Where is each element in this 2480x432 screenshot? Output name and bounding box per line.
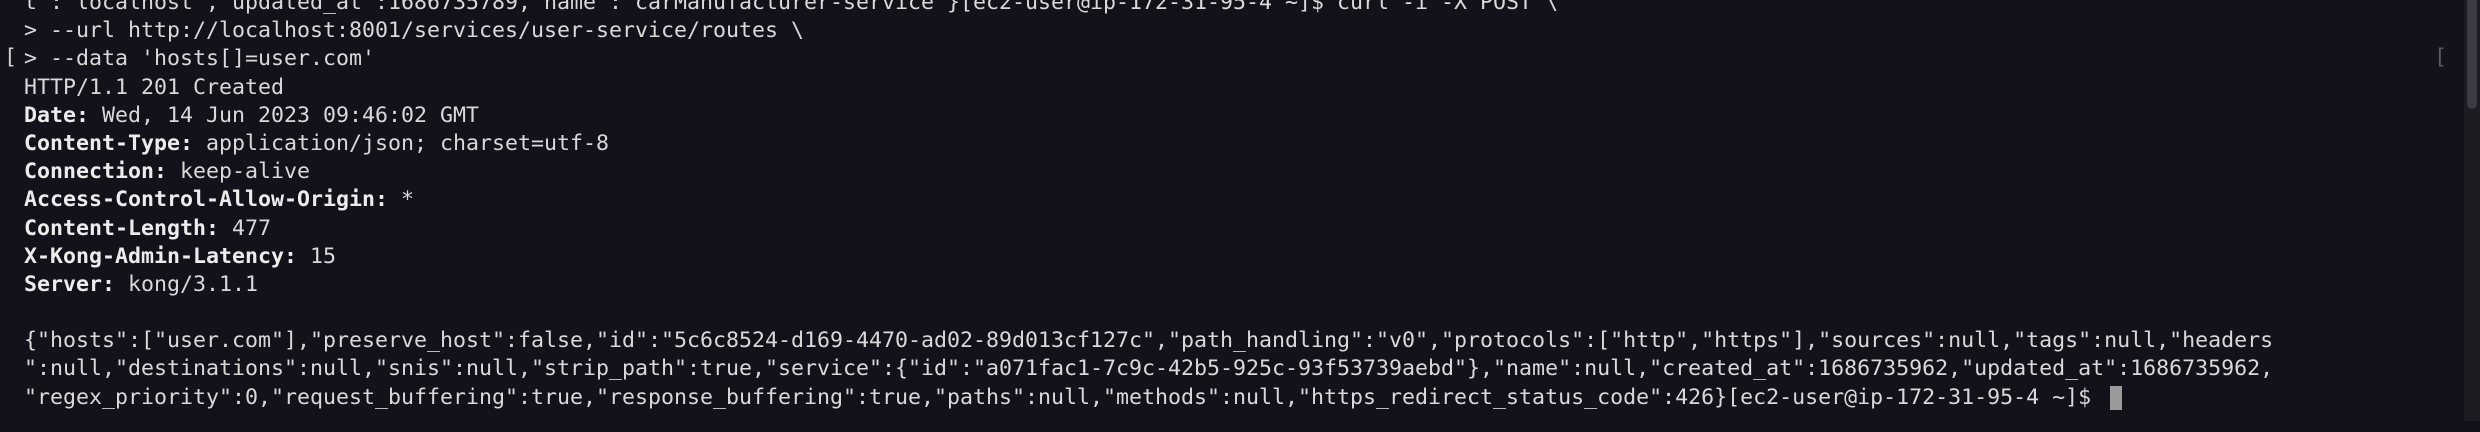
- line-wrap-marker-left: [: [4, 45, 18, 70]
- terminal-cursor[interactable]: [2110, 385, 2123, 410]
- terminal-line-url: > --url http://localhost:8001/services/u…: [24, 18, 805, 44]
- header-value: Wed, 14 Jun 2023 09:46:02 GMT: [89, 102, 480, 128]
- header-value: 477: [219, 215, 272, 241]
- header-key: X-Kong-Admin-Latency:: [24, 243, 298, 269]
- response-body-text: "regex_priority":0,"request_buffering":t…: [24, 384, 2105, 410]
- header-value: *: [388, 187, 415, 213]
- response-header-connection: Connection: keep-alive: [24, 158, 2458, 186]
- response-body-line-prompt: "regex_priority":0,"request_buffering":t…: [24, 384, 2458, 412]
- terminal-line-prompt-curl: t":"localhost","updated_at":1686735789,"…: [24, 0, 1559, 15]
- terminal-window[interactable]: [ [ t":"localhost","updated_at":16867357…: [0, 0, 2480, 421]
- scrollbar-thumb[interactable]: [2467, 0, 2477, 109]
- response-header-content-type: Content-Type: application/json; charset=…: [24, 130, 2458, 158]
- response-header-date: Date: Wed, 14 Jun 2023 09:46:02 GMT: [24, 102, 2458, 130]
- header-key: Date:: [24, 102, 90, 128]
- header-key: Server:: [24, 271, 116, 297]
- scrollbar[interactable]: [2464, 0, 2480, 421]
- response-header-server: Server: kong/3.1.1: [24, 271, 2458, 299]
- header-value: keep-alive: [167, 159, 311, 185]
- header-value: 15: [297, 243, 337, 269]
- line-wrap-marker-right: [: [2434, 45, 2448, 70]
- header-value: application/json; charset=utf-8: [193, 130, 610, 156]
- response-header-access-control: Access-Control-Allow-Origin: *: [24, 186, 2458, 214]
- response-header-content-length: Content-Length: 477: [24, 215, 2458, 243]
- response-header-kong-latency: X-Kong-Admin-Latency: 15: [24, 243, 2458, 271]
- header-key: Connection:: [24, 159, 168, 185]
- response-body-line: ":null,"destinations":null,"snis":null,"…: [24, 356, 2274, 382]
- terminal-line-status: HTTP/1.1 201 Created: [24, 74, 285, 100]
- header-key: Content-Type:: [24, 130, 194, 156]
- header-key: Access-Control-Allow-Origin:: [24, 187, 389, 213]
- header-key: Content-Length:: [24, 215, 220, 241]
- header-value: kong/3.1.1: [115, 271, 259, 297]
- response-body-line: {"hosts":["user.com"],"preserve_host":fa…: [24, 328, 2274, 354]
- terminal-line-data: > --data 'hosts[]=user.com': [24, 46, 376, 72]
